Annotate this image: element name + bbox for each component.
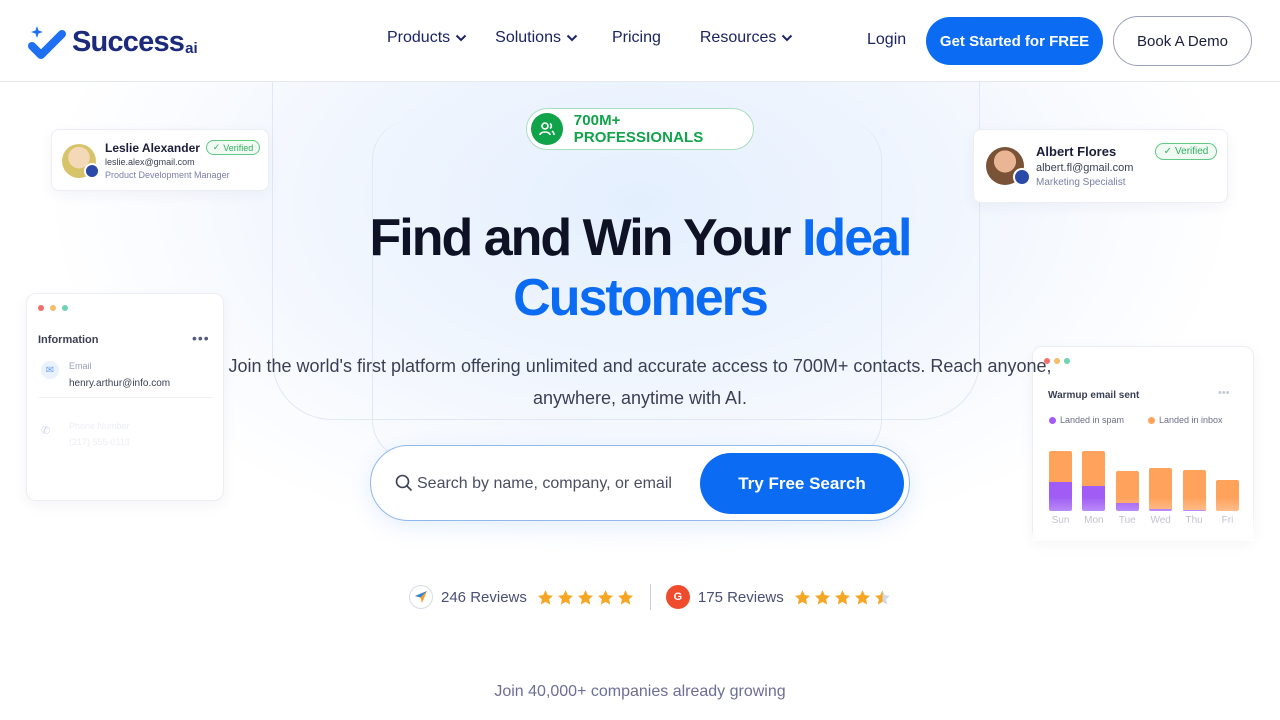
search-bar: Try Free Search	[370, 445, 910, 521]
site-header: Success ai Products Solutions Pricing Res…	[0, 0, 1280, 82]
email-label: Email	[69, 361, 92, 371]
phone-value: (217) 555-0113	[69, 437, 130, 447]
divider	[39, 397, 213, 398]
chevron-down-icon	[455, 34, 467, 42]
phone-icon: ✆	[41, 425, 51, 437]
nav-item-label: Solutions	[495, 29, 561, 46]
profile-email: albert.fl@gmail.com	[1036, 162, 1134, 174]
try-free-search-button[interactable]: Try Free Search	[700, 453, 904, 514]
search-icon	[395, 474, 413, 492]
nav-item-solutions[interactable]: Solutions	[495, 29, 578, 47]
nav-item-products[interactable]: Products	[387, 29, 467, 47]
chevron-down-icon	[566, 34, 578, 42]
star-icon	[874, 589, 890, 604]
chart-fade	[1033, 497, 1255, 541]
companies-text: Join 40,000+ companies already growing	[494, 683, 786, 700]
nav-item-label: Resources	[699, 29, 777, 46]
check-circle-icon: ✓	[212, 142, 221, 152]
phone-label: Phone Number	[69, 421, 130, 431]
brand-name: Success	[72, 25, 185, 58]
badge-label: 700M+ PROFESSIONALS	[573, 112, 704, 146]
star-icon	[834, 589, 850, 604]
star-icon	[597, 589, 613, 604]
g2-rating	[794, 589, 894, 606]
brand-suffix: ai	[185, 39, 198, 57]
page-title: Find and Win Your Ideal Customers	[240, 208, 1040, 328]
profile-role: Product Development Manager	[105, 170, 230, 180]
star-icon	[617, 589, 633, 604]
star-icon	[854, 589, 870, 604]
main-nav: Products Solutions Pricing Resources	[387, 29, 793, 47]
book-demo-button[interactable]: Book A Demo	[1113, 16, 1252, 66]
chevron-down-icon	[782, 34, 793, 42]
verified-badge: ✓ Verified	[1155, 143, 1217, 160]
company-badge-icon	[1013, 168, 1031, 186]
capterra-review-count[interactable]: 246 Reviews	[441, 589, 527, 606]
profile-role: Marketing Specialist	[1036, 177, 1126, 188]
profile-card-leslie: Leslie Alexander ✓ Verified leslie.alex@g…	[51, 129, 269, 191]
nav-item-pricing[interactable]: Pricing	[612, 29, 661, 47]
mail-icon: ✉	[41, 361, 59, 379]
title-plain: Find and Win Your	[369, 209, 792, 267]
profile-name: Leslie Alexander	[105, 141, 200, 155]
window-dot-yellow	[50, 305, 56, 311]
verified-label: Verified	[223, 142, 254, 153]
title-accent-customers: Customers	[513, 269, 769, 327]
check-circle-icon: ✓	[1163, 146, 1173, 157]
star-icon	[577, 589, 593, 604]
nav-item-resources[interactable]: Resources	[700, 29, 793, 47]
chart-bar-inbox	[1082, 451, 1106, 487]
login-link[interactable]: Login	[867, 31, 906, 49]
verified-label: Verified	[1175, 146, 1209, 157]
g2-icon[interactable]: G	[665, 585, 690, 609]
reviews-row: 246 Reviews G 175 Reviews	[409, 584, 894, 610]
get-started-button[interactable]: Get Started for FREE	[926, 17, 1103, 65]
email-value: henry.arthur@info.com	[69, 378, 171, 389]
capterra-rating	[537, 589, 637, 606]
nav-item-label: Pricing	[611, 29, 661, 46]
logo-check-icon	[28, 26, 66, 59]
company-badge-icon	[84, 163, 100, 179]
hero-subtitle: Join the world's first platform offering…	[228, 356, 1052, 408]
profile-card-albert: Albert Flores ✓ Verified albert.fl@gmail.…	[973, 129, 1228, 203]
window-dot-red	[38, 305, 44, 311]
more-options-icon[interactable]: •••	[192, 330, 210, 346]
profile-name: Albert Flores	[1036, 144, 1117, 159]
chart-bar-inbox	[1049, 451, 1072, 483]
profile-email: leslie.alex@gmail.com	[105, 157, 195, 167]
information-card: Information ••• ✉ Email henry.arthur@inf…	[26, 293, 224, 501]
title-accent-ideal: Ideal	[801, 209, 912, 267]
star-icon	[537, 589, 553, 604]
window-dot-green	[62, 305, 68, 311]
verified-badge: ✓ Verified	[206, 140, 260, 155]
capterra-icon[interactable]	[409, 585, 433, 609]
star-icon	[794, 589, 810, 604]
nav-item-label: Products	[387, 29, 451, 46]
g2-glyph: G	[673, 591, 683, 603]
g2-review-count[interactable]: 175 Reviews	[698, 589, 784, 606]
divider	[649, 584, 651, 610]
search-input[interactable]	[417, 470, 687, 498]
star-icon	[557, 589, 573, 604]
users-icon	[531, 113, 563, 145]
info-title: Information	[38, 334, 99, 346]
professionals-badge: 700M+ PROFESSIONALS	[526, 108, 754, 150]
star-icon	[814, 589, 830, 604]
brand-logo[interactable]: Success ai	[28, 22, 198, 62]
